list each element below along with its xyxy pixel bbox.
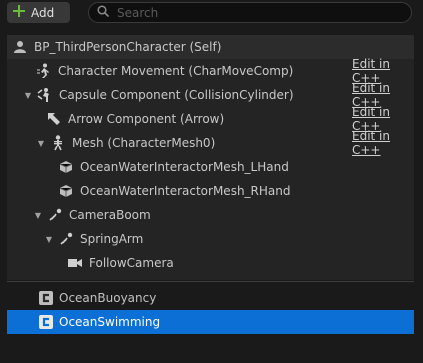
tree-item-label: OceanWaterInteractorMesh_RHand: [80, 184, 291, 198]
component-item-ocean-buoyancy[interactable]: OceanBuoyancy: [7, 286, 414, 310]
static-mesh-icon: [58, 159, 74, 175]
search-icon: [97, 5, 110, 20]
expand-arrow-icon[interactable]: ▼: [23, 91, 33, 100]
tree-item-spring-arm[interactable]: ▼ SpringArm: [7, 227, 414, 251]
tree-item-label: OceanWaterInteractorMesh_LHand: [80, 160, 289, 174]
tree-root-item[interactable]: BP_ThirdPersonCharacter (Self): [7, 35, 414, 59]
spring-arm-icon: [58, 231, 74, 247]
tree-item-label: FollowCamera: [89, 256, 174, 270]
section-divider: [7, 281, 414, 282]
tree-item-arrow-component[interactable]: Arrow Component (Arrow) Edit in C++: [7, 105, 414, 133]
tree-item-character-movement[interactable]: Character Movement (CharMoveComp) Edit i…: [7, 57, 414, 85]
search-input[interactable]: [117, 5, 397, 20]
static-mesh-icon: [58, 183, 74, 199]
expand-arrow-icon[interactable]: ▼: [36, 139, 46, 148]
add-button[interactable]: Add: [7, 2, 70, 23]
movement-icon: [36, 63, 52, 79]
tree-item-camera-boom[interactable]: ▼ CameraBoom: [7, 203, 414, 227]
search-box[interactable]: [88, 2, 412, 23]
capsule-icon: [37, 87, 53, 103]
component-label: OceanSwimming: [59, 315, 161, 329]
tree-item-mesh[interactable]: ▼ Mesh (CharacterMesh0) Edit in C++: [7, 129, 414, 157]
tree-item-label: Character Movement (CharMoveComp): [58, 64, 294, 78]
add-button-label: Add: [31, 5, 55, 20]
component-item-ocean-swimming[interactable]: OceanSwimming: [7, 310, 414, 334]
tree-item-label: Mesh (CharacterMesh0): [72, 136, 216, 150]
actor-component-icon: [38, 314, 54, 333]
component-label: OceanBuoyancy: [59, 291, 157, 305]
tree-item-label: SpringArm: [80, 232, 144, 246]
tree-item-capsule-component[interactable]: ▼ Capsule Component (CollisionCylinder) …: [7, 81, 414, 109]
tree-item-follow-camera[interactable]: FollowCamera: [7, 251, 414, 275]
camera-icon: [67, 255, 83, 271]
expand-arrow-icon[interactable]: ▼: [33, 211, 43, 220]
actor-component-icon: [38, 290, 54, 309]
component-tree: BP_ThirdPersonCharacter (Self) Character…: [7, 35, 414, 280]
pawn-icon: [12, 39, 28, 55]
tree-root-label: BP_ThirdPersonCharacter (Self): [34, 40, 222, 54]
arrow-component-icon: [46, 111, 62, 127]
expand-arrow-icon[interactable]: ▼: [44, 235, 54, 244]
tree-item-label: CameraBoom: [69, 208, 151, 222]
skeleton-icon: [50, 135, 66, 151]
tree-item-lhand-mesh[interactable]: OceanWaterInteractorMesh_LHand: [7, 155, 414, 179]
tree-item-label: Arrow Component (Arrow): [68, 112, 225, 126]
tree-item-rhand-mesh[interactable]: OceanWaterInteractorMesh_RHand: [7, 179, 414, 203]
toolbar: Add: [0, 0, 423, 27]
plus-icon: [13, 5, 25, 20]
edit-in-cpp-link[interactable]: Edit in C++: [352, 129, 414, 157]
tree-item-label: Capsule Component (CollisionCylinder): [59, 88, 294, 102]
spring-arm-icon: [47, 207, 63, 223]
